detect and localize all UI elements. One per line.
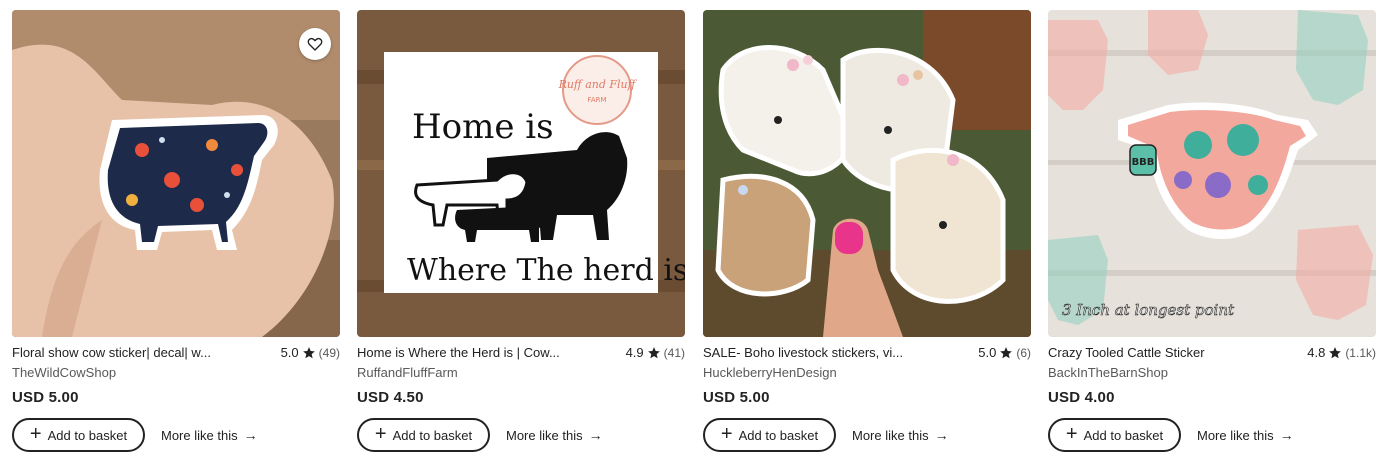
favorite-button[interactable] bbox=[299, 28, 331, 60]
rating: 5.0 (6) bbox=[978, 345, 1031, 360]
rating-score: 4.8 bbox=[1307, 345, 1326, 360]
ear-tag-text: BBB bbox=[1132, 157, 1155, 168]
listing-image[interactable] bbox=[703, 10, 1031, 337]
boho-livestock-stickers-photo bbox=[703, 10, 1031, 337]
listing-title[interactable]: Floral show cow sticker| decal| w... bbox=[12, 345, 211, 360]
shop-name[interactable]: RuffandFluffFarm bbox=[357, 365, 685, 381]
price: USD 4.50 bbox=[357, 389, 424, 406]
star-icon bbox=[647, 346, 660, 358]
plus-icon: + bbox=[720, 423, 733, 445]
listing-title[interactable]: SALE- Boho livestock stickers, vi... bbox=[703, 345, 903, 360]
price: USD 4.00 bbox=[1048, 389, 1115, 406]
star-icon bbox=[302, 346, 315, 358]
add-to-basket-label: Add to basket bbox=[392, 427, 473, 443]
add-to-basket-label: Add to basket bbox=[1083, 427, 1164, 443]
plus-icon: + bbox=[1065, 423, 1078, 445]
rating: 4.8 (1.1k) bbox=[1307, 345, 1376, 360]
arrow-right-icon: → bbox=[588, 427, 603, 443]
shop-name[interactable]: HuckleberryHenDesign bbox=[703, 365, 1031, 381]
add-to-basket-button[interactable]: + Add to basket bbox=[703, 418, 836, 452]
headline-bottom: Where The herd is bbox=[407, 253, 685, 288]
review-count: (6) bbox=[1016, 345, 1031, 360]
heart-icon bbox=[307, 38, 323, 51]
logo-subtext: FARM bbox=[587, 96, 606, 104]
more-like-this-label: More like this bbox=[1197, 427, 1274, 443]
more-like-this-link[interactable]: More like this → bbox=[852, 427, 949, 443]
listing-card[interactable]: Ruff and Fluff FARM Home is Where The he… bbox=[357, 10, 685, 452]
listing-card[interactable]: SALE- Boho livestock stickers, vi... 5.0… bbox=[703, 10, 1031, 452]
herd-sticker-image: Ruff and Fluff FARM Home is Where The he… bbox=[357, 10, 685, 337]
add-to-basket-button[interactable]: + Add to basket bbox=[1048, 418, 1181, 452]
star-icon bbox=[1000, 346, 1013, 358]
listing-card[interactable]: BBB 3 Inch at longest point Crazy Tooled… bbox=[1048, 10, 1376, 452]
review-count: (1.1k) bbox=[1345, 345, 1376, 360]
shop-name[interactable]: TheWildCowShop bbox=[12, 365, 340, 381]
rating-score: 5.0 bbox=[280, 345, 299, 360]
more-like-this-label: More like this bbox=[852, 427, 929, 443]
listing-image[interactable] bbox=[12, 10, 340, 337]
add-to-basket-label: Add to basket bbox=[738, 427, 819, 443]
listing-image[interactable]: BBB 3 Inch at longest point bbox=[1048, 10, 1376, 337]
arrow-right-icon: → bbox=[243, 427, 258, 443]
add-to-basket-button[interactable]: + Add to basket bbox=[12, 418, 145, 452]
more-like-this-label: More like this bbox=[161, 427, 238, 443]
rating: 4.9 (41) bbox=[626, 345, 685, 360]
rating-score: 5.0 bbox=[978, 345, 997, 360]
rating-score: 4.9 bbox=[625, 345, 644, 360]
listing-title[interactable]: Home is Where the Herd is | Cow... bbox=[357, 345, 560, 360]
arrow-right-icon: → bbox=[934, 427, 949, 443]
more-like-this-label: More like this bbox=[506, 427, 583, 443]
review-count: (49) bbox=[318, 345, 340, 360]
price: USD 5.00 bbox=[12, 389, 79, 406]
plus-icon: + bbox=[29, 423, 42, 445]
more-like-this-link[interactable]: More like this → bbox=[1197, 427, 1294, 443]
listing-image[interactable]: Ruff and Fluff FARM Home is Where The he… bbox=[357, 10, 685, 337]
cow-sticker-photo bbox=[12, 10, 340, 337]
add-to-basket-label: Add to basket bbox=[47, 427, 128, 443]
rating: 5.0 (49) bbox=[281, 345, 340, 360]
listing-card[interactable]: Floral show cow sticker| decal| w... 5.0… bbox=[12, 10, 340, 452]
listing-title[interactable]: Crazy Tooled Cattle Sticker bbox=[1048, 345, 1205, 360]
arrow-right-icon: → bbox=[1279, 427, 1294, 443]
more-like-this-link[interactable]: More like this → bbox=[161, 427, 258, 443]
tooled-cattle-sticker-image: BBB 3 Inch at longest point bbox=[1048, 10, 1376, 337]
price: USD 5.00 bbox=[703, 389, 770, 406]
review-count: (41) bbox=[663, 345, 685, 360]
size-caption: 3 Inch at longest point bbox=[1062, 301, 1235, 319]
headline-top: Home is bbox=[412, 107, 554, 147]
more-like-this-link[interactable]: More like this → bbox=[506, 427, 603, 443]
plus-icon: + bbox=[374, 423, 387, 445]
listing-grid: Floral show cow sticker| decal| w... 5.0… bbox=[0, 0, 1389, 461]
shop-name[interactable]: BackInTheBarnShop bbox=[1048, 365, 1376, 381]
add-to-basket-button[interactable]: + Add to basket bbox=[357, 418, 490, 452]
star-icon bbox=[1329, 346, 1342, 358]
logo-text: Ruff and Fluff bbox=[558, 78, 638, 91]
